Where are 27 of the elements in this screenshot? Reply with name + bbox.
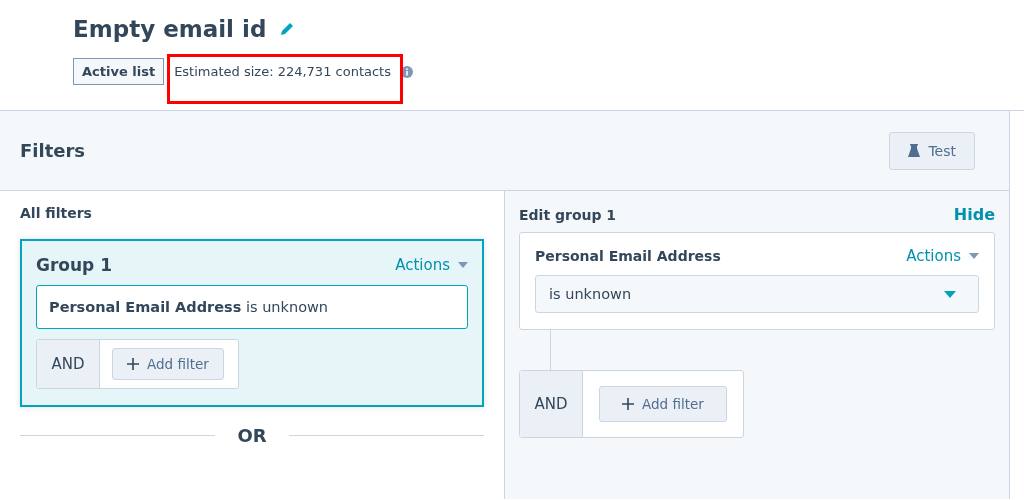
property-name: Personal Email Address bbox=[535, 248, 721, 264]
test-button[interactable]: Test bbox=[889, 131, 975, 170]
and-label: AND bbox=[520, 371, 583, 437]
caret-icon bbox=[969, 253, 979, 259]
list-type-badge: Active list bbox=[73, 58, 165, 85]
add-filter-button[interactable]: Add filter bbox=[112, 348, 224, 380]
or-label: OR bbox=[237, 425, 267, 446]
panel-title: Edit group 1 bbox=[519, 206, 617, 223]
plus-icon bbox=[127, 358, 139, 370]
group-title: Group 1 bbox=[36, 255, 113, 275]
actions-dropdown[interactable]: Actions bbox=[906, 247, 979, 265]
panel-title: All filters bbox=[20, 205, 93, 221]
info-icon[interactable] bbox=[400, 65, 413, 78]
hide-link[interactable]: Hide bbox=[953, 205, 995, 224]
list-title: Empty email id bbox=[73, 16, 267, 42]
plus-icon bbox=[622, 398, 634, 410]
add-filter-button[interactable]: Add filter bbox=[599, 386, 727, 422]
caret-icon bbox=[944, 290, 956, 298]
and-label: AND bbox=[37, 340, 100, 388]
pencil-icon[interactable] bbox=[280, 21, 295, 37]
flask-icon bbox=[908, 144, 921, 157]
section-title: Filters bbox=[20, 140, 86, 161]
caret-icon bbox=[458, 262, 468, 268]
operator-select[interactable]: is unknown bbox=[535, 275, 979, 313]
actions-dropdown[interactable]: Actions bbox=[395, 256, 468, 274]
estimated-size: Estimated size: 224,731 contacts bbox=[174, 64, 391, 79]
filter-group[interactable]: Group 1 Actions Personal Email Address is unknown AND Add filter bbox=[20, 239, 484, 407]
